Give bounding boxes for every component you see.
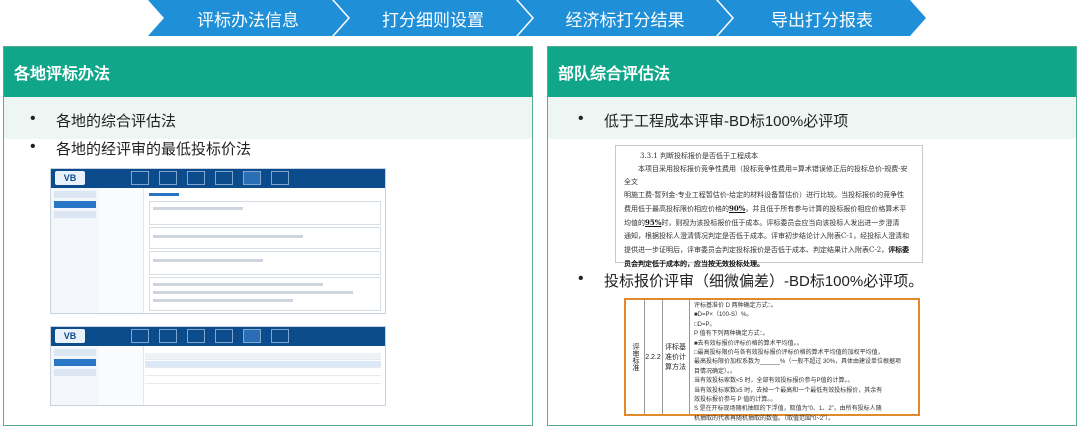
table-cell: 2.2.2 bbox=[644, 300, 663, 414]
toolbar-icon bbox=[159, 329, 177, 343]
table-line: □D=P。 bbox=[694, 321, 716, 328]
table-line: ■去有效标报价评标价格的算术平均值。。 bbox=[694, 340, 803, 347]
process-steps: 评标办法信息 打分细则设置 经济标打分结果 导出打分报表 bbox=[148, 0, 938, 36]
step-label: 评标办法信息 bbox=[197, 10, 299, 30]
toolbar-icon bbox=[243, 171, 261, 185]
cell-text: 评标基准价计算方法 bbox=[665, 344, 686, 371]
doc-line: 均值的 bbox=[624, 219, 645, 227]
table-line: 机抽取的代表再随机抽取的数值。（取值范围“0~2”）。 bbox=[694, 415, 835, 422]
doc-percent: 95% bbox=[645, 218, 662, 227]
toolbar-icon bbox=[271, 171, 289, 185]
table-line: P 值有下列两种确定方式：。 bbox=[694, 331, 769, 338]
toolbar-icon bbox=[159, 171, 177, 185]
toolbar-icon bbox=[131, 329, 149, 343]
step-scoring-rules[interactable]: 打分细则设置 bbox=[334, 0, 532, 36]
toolbar-icon bbox=[243, 329, 261, 343]
panel-title: 各地评标办法 bbox=[4, 47, 532, 97]
toolbar-icon bbox=[271, 329, 289, 343]
app-logo: VB bbox=[55, 171, 85, 185]
toolbar-icon bbox=[215, 329, 233, 343]
step-export-report[interactable]: 导出打分报表 bbox=[718, 0, 926, 36]
step-label: 导出打分报表 bbox=[771, 10, 873, 30]
app-screenshot-settings: VB bbox=[50, 168, 386, 314]
bullet-text: 各地的综合评估法 bbox=[56, 113, 177, 130]
table-line: □最高投标限价与各有效投标报价评标价格的算术平均值的加权平均值， bbox=[694, 350, 884, 357]
doc-line: 费用低于最高投标限价相应价格的 bbox=[624, 205, 729, 213]
table-line: S 是在开标现场随机抽取的下浮值，取值为“0、1、2”，由所有投标人随 bbox=[694, 406, 882, 413]
doc-line: 时，则视为该投标报价低于成本。评标委员会应当向该投标人发出进一步澄清 bbox=[661, 219, 900, 227]
panel-title: 部队综合评估法 bbox=[548, 47, 1076, 97]
toolbar-icon bbox=[131, 171, 149, 185]
app-sidebar bbox=[51, 346, 100, 405]
doc-line: 提供进一步证明后，评审委员会判定投标报价是否低于成本、判定结果计入附表C-2， bbox=[624, 246, 889, 254]
doc-percent: 90% bbox=[729, 204, 746, 213]
doc-line: 员会判定低于成本的，应当按无效投标处理。 bbox=[624, 259, 764, 268]
table-cell: 评标基准价计算方法 bbox=[662, 300, 690, 414]
app-screenshot-results: VB bbox=[50, 326, 386, 406]
toolbar-icon bbox=[187, 329, 205, 343]
table-line: 评标基准价 D 两种确定方式：。 bbox=[694, 303, 777, 309]
doc-line: 本项目采用投标报价竞争性费用（投标竞争性费用=算术错误修正后的投标总价-规费-安… bbox=[624, 165, 908, 186]
cell-text: 评审标准 bbox=[632, 343, 639, 371]
table-line: 最高投标限价加权系数为______%（一般不超过 30%，具体由建设单位根据项 bbox=[694, 359, 902, 366]
bullet-item: • 各地的综合评估法 bbox=[30, 110, 177, 130]
table-line: 目情况确定）。。 bbox=[694, 368, 737, 375]
toolbar-icon bbox=[187, 171, 205, 185]
step-label: 打分细则设置 bbox=[382, 10, 484, 30]
table-line: 当有效投标家数<5 时，全部有效投标报价参与P值的计算。。 bbox=[694, 378, 854, 385]
cell-text: 2.2.2 bbox=[645, 353, 661, 361]
table-cell: 评审标准 bbox=[626, 300, 645, 414]
step-economic-score-result[interactable]: 经济标打分结果 bbox=[518, 0, 732, 36]
app-sidebar bbox=[51, 188, 100, 313]
table-line: 效投标报价参与 P 值的计算。。 bbox=[694, 397, 777, 404]
document-excerpt: 3.3.1 判断投标报价是否低于工程成本 本项目采用投标报价竞争性费用（投标竞争… bbox=[615, 145, 923, 268]
doc-line: 明施工费-暂列金-专业工程暂估价-给定的材料设备暂估价）进行比较。当投标报价的竞… bbox=[624, 191, 905, 199]
table-line: ■D=P×（100-S）%。 bbox=[694, 312, 753, 319]
bullet-text: 各地的经评审的最低投标价法 bbox=[56, 141, 252, 158]
bullet-text: 低于工程成本评审-BD标100%必评项 bbox=[604, 113, 849, 130]
bullet-item: • 各地的经评审的最低投标价法 bbox=[30, 138, 252, 158]
app-subnav bbox=[99, 188, 144, 313]
bullet-item: • 投标报价评审（细微偏差）-BD标100%必评项。 bbox=[578, 270, 924, 290]
doc-line: ，并且低于所有参与计算的投标报价相应价格算术平 bbox=[745, 205, 907, 213]
app-logo: VB bbox=[55, 329, 85, 343]
table-body-text: 评标基准价 D 两种确定方式：。 ■D=P×（100-S）%。 □D=P。 P … bbox=[694, 302, 914, 424]
doc-line: 评标委 bbox=[888, 245, 910, 254]
step-bid-method-info[interactable]: 评标办法信息 bbox=[148, 0, 348, 36]
step-label: 经济标打分结果 bbox=[565, 10, 685, 30]
doc-heading: 3.3.1 判断投标报价是否低于工程成本 bbox=[640, 152, 759, 160]
bullet-text: 投标报价评审（细微偏差）-BD标100%必评项。 bbox=[604, 273, 924, 290]
toolbar-icon bbox=[215, 171, 233, 185]
doc-line: 通知，根据投标人澄清情况判定是否低于成本。评审初步结论计入附表C-1，经投标人澄… bbox=[624, 232, 910, 240]
table-excerpt: 评审标准 2.2.2 评标基准价计算方法 评标基准价 D 两种确定方式：。 ■D… bbox=[624, 298, 920, 422]
table-line: 当有效投标家数≥5 时，去掉一个最高和一个最低有效投标报价，其余有 bbox=[694, 387, 883, 394]
app-subnav bbox=[99, 346, 144, 405]
bullet-item: • 低于工程成本评审-BD标100%必评项 bbox=[578, 110, 849, 130]
